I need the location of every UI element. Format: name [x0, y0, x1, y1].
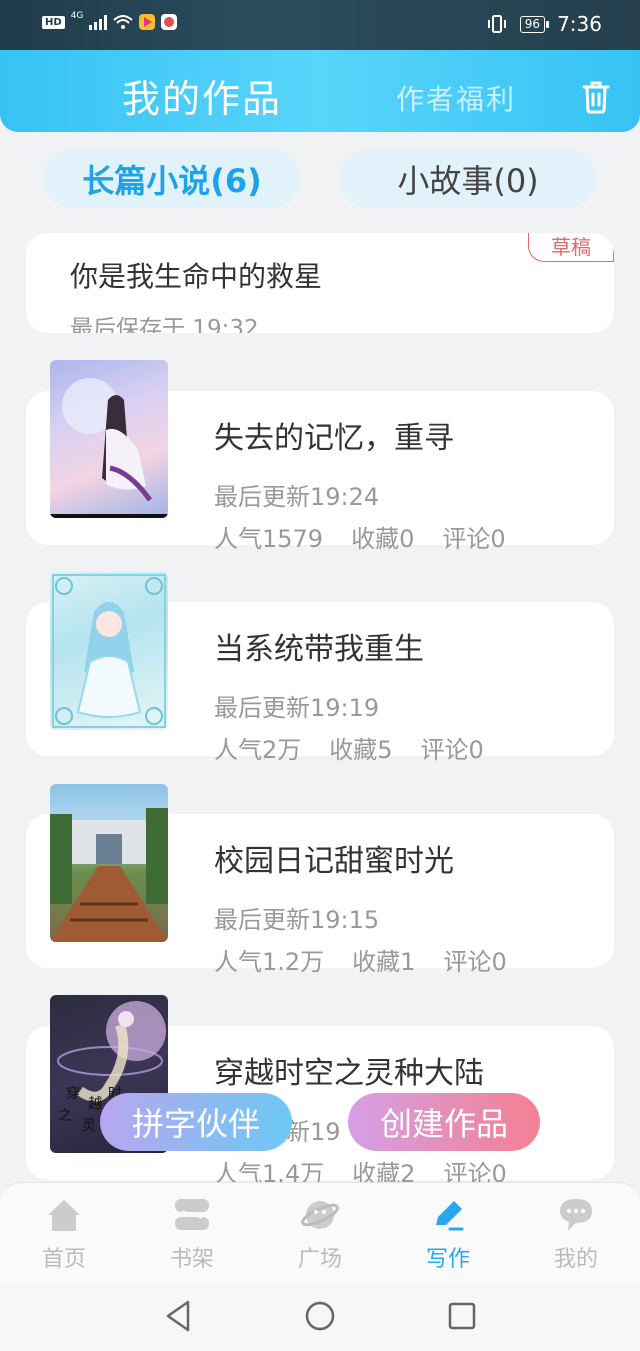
hd-badge: HD: [42, 15, 65, 29]
book-comments: 评论0: [443, 948, 507, 976]
vibrate-icon: [487, 15, 506, 33]
cover-text: 穿: [66, 1086, 80, 1102]
draft-badge: 草稿: [528, 233, 614, 262]
nav-label: 我的: [553, 1247, 598, 1272]
book-favorites: 收藏1: [352, 948, 416, 976]
chat-icon: [560, 1199, 592, 1231]
status-bar: HD 4G 96 7:36: [0, 0, 640, 50]
nav-item-write[interactable]: 写作: [384, 1195, 512, 1273]
writing-partner-button[interactable]: 拼字伙伴: [100, 1093, 292, 1151]
book-popularity: 人气1.2万: [214, 948, 325, 976]
system-nav-bar: [0, 1282, 640, 1351]
nav-label: 首页: [41, 1247, 86, 1272]
battery-indicator: 96: [519, 15, 550, 33]
wifi-icon: [113, 15, 134, 29]
cover-text: 之: [58, 1108, 72, 1124]
network-type: 4G: [70, 11, 84, 21]
cover-text: 越: [88, 1096, 102, 1112]
book-popularity: 人气1579: [214, 525, 324, 553]
signal-icon: [89, 14, 108, 30]
book-cover-image[interactable]: [50, 360, 168, 518]
draft-card[interactable]: 草稿 你是我生命中的救星 最后保存于 19:32: [26, 233, 614, 333]
book-title: 当系统带我重生: [214, 632, 424, 667]
status-left: HD 4G: [42, 11, 178, 30]
book-updated: 最后更新19:15: [214, 906, 380, 934]
tab-short-story[interactable]: 小故事(0): [340, 150, 596, 208]
paw-app-icon: [161, 14, 178, 30]
book-favorites: 收藏5: [329, 736, 393, 764]
back-icon[interactable]: [162, 1299, 194, 1333]
nav-item-home[interactable]: 首页: [0, 1195, 128, 1273]
book-comments: 评论0: [420, 736, 484, 764]
book-favorites: 收藏0: [351, 525, 415, 553]
clock: 7:36: [557, 12, 602, 36]
cover-text: 灵: [82, 1118, 96, 1134]
bottom-nav: 首页 书架 广场 写作 我的: [0, 1182, 640, 1283]
author-welfare-tab[interactable]: 作者福利: [396, 78, 516, 118]
page-title[interactable]: 我的作品: [122, 68, 282, 123]
nav-item-square[interactable]: 广场: [256, 1195, 384, 1273]
bookshelf-icon: [175, 1199, 209, 1230]
status-right: 96 7:36: [486, 12, 602, 36]
book-updated: 最后更新19:24: [214, 483, 380, 511]
nav-item-bookshelf[interactable]: 书架: [128, 1195, 256, 1273]
pen-icon: [436, 1201, 464, 1231]
book-popularity: 人气2万: [214, 736, 302, 764]
nav-label: 写作: [425, 1247, 470, 1272]
app-header: 我的作品 作者福利: [0, 50, 640, 132]
create-work-button[interactable]: 创建作品: [348, 1093, 540, 1151]
video-app-icon: [139, 14, 156, 30]
book-title: 失去的记忆，重寻: [214, 421, 454, 456]
book-comments: 评论0: [442, 525, 506, 553]
book-updated: 最后更新19:19: [214, 694, 380, 722]
book-cover-image[interactable]: [50, 572, 168, 730]
recents-icon[interactable]: [446, 1299, 478, 1333]
home-icon: [48, 1200, 80, 1231]
draft-saved-time: 最后保存于 19:32: [70, 316, 259, 333]
draft-title: 你是我生命中的救星: [70, 260, 323, 293]
book-title: 校园日记甜蜜时光: [214, 844, 454, 879]
planet-icon: [301, 1201, 339, 1229]
nav-item-mine[interactable]: 我的: [512, 1195, 640, 1273]
book-title: 穿越时空之灵种大陆: [214, 1056, 484, 1091]
nav-label: 书架: [169, 1247, 214, 1272]
book-cover-image[interactable]: [50, 784, 168, 942]
trash-icon[interactable]: [580, 80, 612, 114]
home-circle-icon[interactable]: [304, 1299, 336, 1333]
book-stats: 人气1579 收藏0 评论0: [214, 519, 534, 554]
tab-long-novel[interactable]: 长篇小说(6): [44, 150, 300, 208]
book-stats: 人气1.2万 收藏1 评论0: [214, 942, 535, 977]
book-stats: 人气2万 收藏5 评论0: [214, 730, 512, 765]
nav-label: 广场: [297, 1247, 342, 1272]
work-type-tabs: 长篇小说(6) 小故事(0): [0, 150, 640, 210]
